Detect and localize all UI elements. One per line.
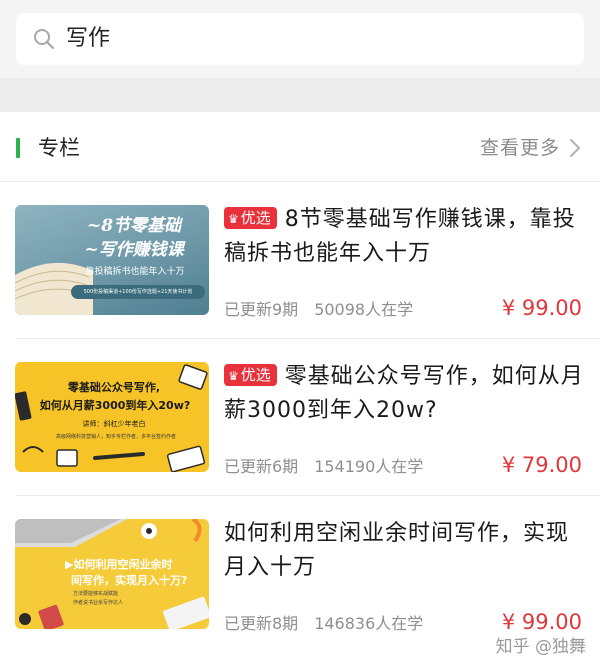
course-cover[interactable]: ~8节零基础 ~写作赚钱课 靠投稿拆书也能年入十万 500份投稿渠道+100份写…	[15, 205, 209, 315]
course-cover[interactable]: ▶如何利用空闲业余时 间写作，实现月入十万? 方法要能够实战赋能 作者说书业余写…	[15, 519, 209, 629]
cover-line2: 间写作，实现月入十万?	[71, 574, 188, 587]
search-input[interactable]: 写作	[16, 13, 584, 65]
course-title[interactable]: ♛ 优选 8节零基础写作赚钱课，靠投稿拆书也能年入十万	[224, 203, 584, 271]
stationery-image	[15, 364, 208, 472]
update-count: 已更新6期	[224, 457, 299, 476]
course-title-text: 零基础公众号写作，如何从月薪3000到年入20w?	[224, 364, 584, 423]
learner-count: 146836人在学	[314, 614, 424, 633]
cover-line2: ~写作赚钱课	[84, 240, 184, 260]
section-header: 专栏 查看更多	[0, 112, 600, 182]
course-item[interactable]: 零基础公众号写作, 如何从月薪3000到年入20w? 讲师：斜杠少年老白 高级网…	[0, 340, 600, 496]
update-count: 已更新9期	[224, 300, 299, 319]
cover-line2: 如何从月薪3000到年入20w?	[39, 399, 191, 412]
divider	[16, 338, 600, 339]
course-meta: 已更新6期 154190人在学	[224, 456, 423, 478]
search-area: 写作	[0, 0, 600, 78]
section-title: 专栏	[38, 136, 80, 160]
course-title-text: 如何利用空闲业余时间写作，实现月入十万	[224, 521, 570, 580]
course-item[interactable]: ~8节零基础 ~写作赚钱课 靠投稿拆书也能年入十万 500份投稿渠道+100份写…	[0, 183, 600, 339]
cover-line1: ▶如何利用空闲业余时	[65, 558, 173, 571]
learner-count: 50098人在学	[314, 300, 414, 319]
crown-icon: ♛	[228, 369, 239, 383]
cover-line4: 高级网络科技营销人，知乎专栏作者，多平台签约作者	[55, 434, 176, 440]
cover-line1: ~8节零基础	[86, 216, 182, 236]
cover-line4: 500份投稿渠道+100份写作选题+21天读书计划	[71, 285, 205, 299]
divider-band	[0, 78, 600, 112]
see-more-link[interactable]: 查看更多	[480, 131, 560, 165]
learner-count: 154190人在学	[314, 457, 424, 476]
watermark: 知乎 @独舞	[495, 637, 586, 657]
course-meta: 已更新9期 50098人在学	[224, 299, 413, 321]
search-icon	[34, 29, 55, 50]
course-cover[interactable]: 零基础公众号写作, 如何从月薪3000到年入20w? 讲师：斜杠少年老白 高级网…	[15, 362, 209, 472]
course-meta: 已更新8期 146836人在学	[224, 613, 423, 635]
cover-line1: 零基础公众号写作,	[67, 381, 161, 394]
column-panel: 专栏 查看更多 ~8节零基础 ~写作赚钱课 靠投稿拆书也能年入十万 500份投稿…	[0, 112, 600, 671]
section-accent-bar	[16, 138, 20, 158]
course-item[interactable]: ▶如何利用空闲业余时 间写作，实现月入十万? 方法要能够实战赋能 作者说书业余写…	[0, 497, 600, 653]
featured-badge: ♛ 优选	[224, 207, 277, 229]
price: ¥ 99.00	[501, 296, 582, 320]
crown-icon: ♛	[228, 212, 239, 226]
cover-line3: 靠投稿拆书也能年入十万	[85, 267, 185, 277]
course-title[interactable]: ♛ 优选 零基础公众号写作，如何从月薪3000到年入20w?	[224, 360, 584, 428]
search-query: 写作	[66, 26, 111, 51]
featured-badge: ♛ 优选	[224, 364, 277, 386]
cover-line4: 作者说书业余写作达人	[73, 600, 124, 606]
chevron-right-icon[interactable]	[568, 137, 582, 159]
course-title[interactable]: 如何利用空闲业余时间写作，实现月入十万	[224, 517, 584, 585]
divider	[16, 495, 600, 496]
update-count: 已更新8期	[224, 614, 299, 633]
price: ¥ 79.00	[501, 453, 582, 477]
cover-line3: 讲师：斜杠少年老白	[82, 420, 146, 428]
